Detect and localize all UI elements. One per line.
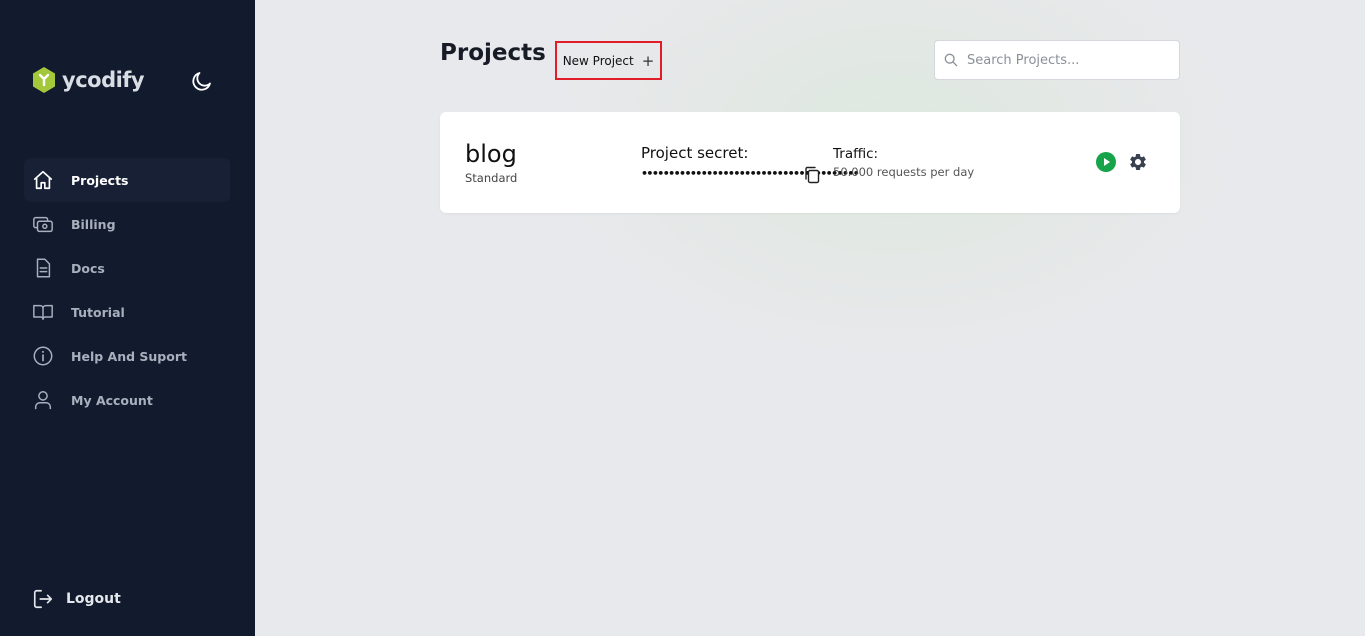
info-icon [32, 345, 54, 367]
project-card[interactable]: blog Standard Project secret: ••••••••••… [440, 112, 1180, 213]
project-secret-label: Project secret: [641, 144, 749, 162]
sidebar-item-help[interactable]: Help And Suport [24, 334, 230, 378]
sidebar-nav: Projects Billing Docs Tutorial Help And … [24, 158, 230, 422]
search-icon [944, 53, 958, 67]
project-plan: Standard [465, 171, 518, 185]
sidebar-item-tutorial[interactable]: Tutorial [24, 290, 230, 334]
main-content: Projects New Project + blog Standard Pro… [255, 0, 1365, 636]
sidebar: ycodify Projects Billing Docs Tutorial H… [0, 0, 255, 636]
plus-icon: + [641, 51, 655, 70]
document-icon [32, 257, 54, 279]
moon-icon[interactable] [190, 69, 214, 93]
brand-name: ycodify [62, 68, 145, 92]
logout-icon [33, 589, 53, 609]
new-project-label: New Project [562, 53, 634, 68]
project-secret-value: •••••••••••••••••••••••••••••••••••••••• [641, 167, 860, 180]
sidebar-item-label: Billing [71, 216, 116, 232]
sidebar-item-label: My Account [71, 392, 153, 408]
user-icon [32, 389, 54, 411]
logout-button[interactable]: Logout [32, 588, 121, 610]
gear-icon[interactable] [1128, 152, 1148, 172]
brand-logo[interactable]: ycodify [30, 64, 145, 96]
new-project-button[interactable]: New Project + [555, 41, 662, 80]
sidebar-item-label: Docs [71, 260, 105, 276]
search-input[interactable] [967, 52, 1167, 68]
play-icon[interactable] [1096, 152, 1116, 172]
traffic-label: Traffic: [833, 146, 879, 162]
logout-label: Logout [66, 591, 121, 607]
sidebar-item-label: Projects [71, 172, 129, 188]
sidebar-item-my-account[interactable]: My Account [24, 378, 230, 422]
home-icon [32, 169, 54, 191]
sidebar-item-projects[interactable]: Projects [24, 158, 230, 202]
page-title: Projects [440, 40, 546, 66]
sidebar-item-billing[interactable]: Billing [24, 202, 230, 246]
search-box [934, 40, 1180, 80]
sidebar-item-label: Tutorial [71, 304, 125, 320]
traffic-value: 50.000 requests per day [833, 165, 975, 179]
sidebar-item-label: Help And Suport [71, 348, 187, 364]
billing-icon [32, 213, 54, 235]
book-icon [32, 301, 54, 323]
sidebar-item-docs[interactable]: Docs [24, 246, 230, 290]
logo-mark-icon [33, 67, 55, 93]
project-name: blog [465, 140, 517, 168]
copy-icon[interactable] [804, 166, 820, 184]
